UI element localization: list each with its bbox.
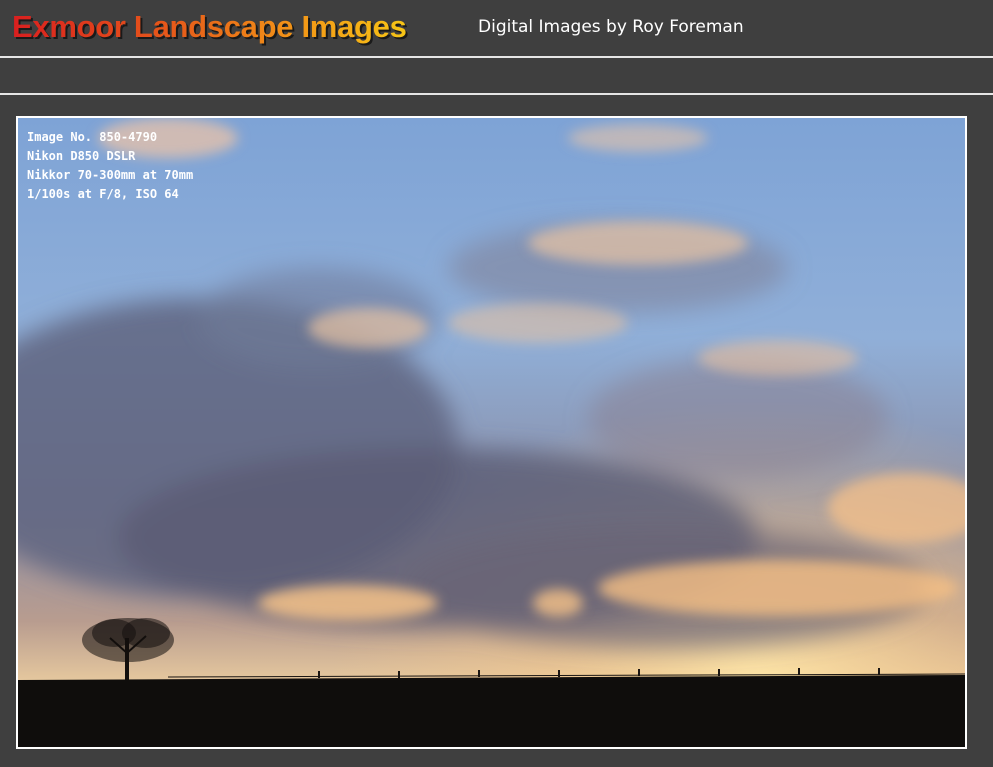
photo-caption: Image No. 850-4790 Nikon D850 DSLR Nikko… [27, 128, 193, 204]
site-header: Exmoor Landscape Images Exmoor Landscape… [0, 0, 993, 58]
caption-lens: Nikkor 70-300mm at 70mm [27, 168, 194, 182]
site-subtitle: Digital Images by Roy Foreman [478, 17, 744, 37]
sky-landscape-image [18, 118, 965, 747]
landscape-photo[interactable]: Image No. 850-4790 Nikon D850 DSLR Nikko… [16, 116, 967, 749]
caption-image-number: Image No. 850-4790 [27, 130, 158, 144]
caption-camera: Nikon D850 DSLR [27, 149, 136, 163]
site-title[interactable]: Exmoor Landscape Images [12, 7, 407, 47]
navigation-bar [0, 60, 993, 95]
caption-exposure: 1/100s at F/8, ISO 64 [27, 187, 179, 201]
